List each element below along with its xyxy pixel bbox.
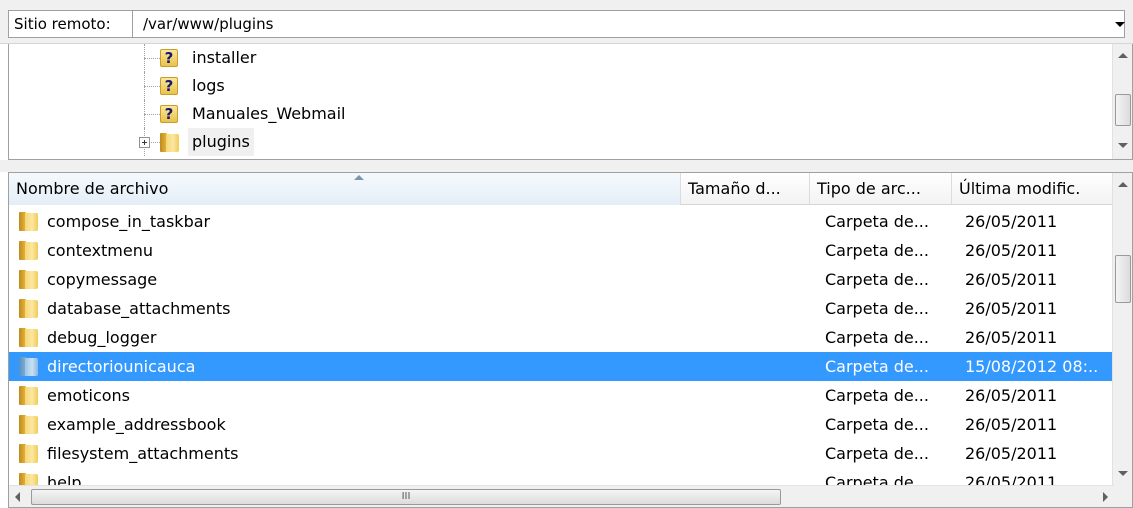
- file-name: filesystem_attachments: [47, 444, 239, 463]
- file-name: debug_logger: [47, 328, 157, 347]
- folder-icon: [19, 386, 38, 405]
- file-type: Carpeta de...: [825, 241, 929, 260]
- file-type: Carpeta de...: [825, 415, 929, 434]
- question-folder-icon: ?: [160, 105, 178, 123]
- file-modified: 26/05/2011: [965, 444, 1058, 463]
- file-modified: 26/05/2011: [965, 415, 1058, 434]
- file-modified: 26/05/2011: [965, 212, 1058, 231]
- folder-icon: [160, 133, 179, 152]
- file-type: Carpeta de...: [825, 328, 929, 347]
- scroll-down-arrow-icon[interactable]: [1118, 143, 1128, 148]
- horizontal-scrollbar[interactable]: III: [9, 485, 1114, 507]
- file-type: Carpeta de...: [825, 386, 929, 405]
- tree-item-label: Manuales_Webmail: [192, 104, 346, 123]
- scrollbar-thumb[interactable]: III: [31, 489, 781, 505]
- file-type: Carpeta de...: [825, 299, 929, 318]
- file-modified: 15/08/2012 08:..: [965, 357, 1099, 376]
- tree-line: [144, 86, 160, 87]
- remote-path-input[interactable]: /var/www/plugins: [133, 10, 1125, 38]
- folder-icon: [19, 328, 38, 347]
- scrollbar-thumb[interactable]: [1115, 255, 1131, 303]
- folder-icon: [19, 299, 38, 318]
- expand-plus-icon[interactable]: [139, 137, 150, 148]
- file-modified: 26/05/2011: [965, 386, 1058, 405]
- file-type: Carpeta de...: [825, 357, 929, 376]
- scroll-right-arrow-icon[interactable]: [1103, 492, 1108, 502]
- question-folder-icon: ?: [160, 77, 178, 95]
- folder-icon: [19, 241, 38, 260]
- tree-item-label: logs: [192, 76, 225, 95]
- scrollbar-corner: [1114, 485, 1132, 507]
- file-row[interactable]: emoticons Carpeta de... 26/05/2011: [9, 381, 1114, 410]
- file-name: compose_in_taskbar: [47, 212, 211, 231]
- tree-item-label: installer: [192, 48, 257, 67]
- tree-line: [144, 58, 160, 59]
- file-name: directoriounicauca: [47, 357, 196, 376]
- remote-directory-tree[interactable]: ? installer ? logs ? Manuales_Webmail pl…: [8, 44, 1133, 160]
- file-row[interactable]: example_addressbook Carpeta de... 26/05/20…: [9, 410, 1114, 439]
- list-vertical-scrollbar[interactable]: [1112, 173, 1132, 485]
- remote-site-bar: Sitio remoto: /var/www/plugins: [0, 0, 1133, 44]
- folder-icon: [19, 444, 38, 463]
- file-row[interactable]: filesystem_attachments Carpeta de... 26/05…: [9, 439, 1114, 468]
- question-folder-icon: ?: [160, 49, 178, 67]
- file-type: Carpeta de...: [825, 270, 929, 289]
- folder-icon: [19, 270, 38, 289]
- file-type: Carpeta de...: [825, 444, 929, 463]
- tree-item[interactable]: plugins: [9, 128, 1109, 156]
- tree-item[interactable]: ? Manuales_Webmail: [9, 100, 1109, 128]
- file-name: copymessage: [47, 270, 158, 289]
- file-name: database_attachments: [47, 299, 231, 318]
- scroll-down-arrow-icon[interactable]: [1118, 471, 1128, 476]
- file-row[interactable]: compose_in_taskbar Carpeta de... 26/05/201…: [9, 207, 1114, 236]
- tree-vertical-scrollbar[interactable]: [1112, 44, 1132, 159]
- file-type: Carpeta de...: [825, 212, 929, 231]
- scroll-up-arrow-icon[interactable]: [1118, 182, 1128, 187]
- column-header-name[interactable]: Nombre de archivo: [9, 173, 681, 205]
- folder-icon: [19, 357, 38, 376]
- file-modified: 26/05/2011: [965, 241, 1058, 260]
- pane-splitter[interactable]: [0, 160, 1133, 172]
- file-row[interactable]: debug_logger Carpeta de... 26/05/2011: [9, 323, 1114, 352]
- file-modified: 26/05/2011: [965, 328, 1058, 347]
- tree-item[interactable]: ? logs: [9, 72, 1109, 100]
- file-row[interactable]: copymessage Carpeta de... 26/05/2011: [9, 265, 1114, 294]
- scrollbar-grip: III: [401, 491, 411, 502]
- file-name: contextmenu: [47, 241, 154, 260]
- tree-line: [144, 114, 160, 115]
- tree-line: [151, 142, 160, 143]
- scrollbar-thumb[interactable]: [1115, 94, 1131, 126]
- remote-site-label: Sitio remoto:: [8, 10, 133, 38]
- scroll-up-arrow-icon[interactable]: [1118, 53, 1128, 58]
- folder-icon: [19, 212, 38, 231]
- tree-item[interactable]: ? installer: [9, 44, 1109, 72]
- file-modified: 26/05/2011: [965, 270, 1058, 289]
- file-row[interactable]: database_attachments Carpeta de... 26/05/2…: [9, 294, 1114, 323]
- column-header-type[interactable]: Tipo de arc...: [810, 173, 952, 205]
- column-header-size[interactable]: Tamaño d...: [681, 173, 810, 205]
- file-row[interactable]: contextmenu Carpeta de... 26/05/2011: [9, 236, 1114, 265]
- sort-ascending-icon: [354, 175, 364, 180]
- file-name: example_addressbook: [47, 415, 226, 434]
- scroll-left-arrow-icon[interactable]: [15, 492, 20, 502]
- column-header-modified[interactable]: Última modific.: [952, 173, 1114, 205]
- folder-icon: [19, 415, 38, 434]
- tree-item-label: plugins: [188, 128, 254, 156]
- list-header: Nombre de archivo Tamaño d... Tipo de ar…: [9, 173, 1114, 205]
- file-row[interactable]: directoriounicauca Carpeta de... 15/08/201…: [9, 352, 1114, 381]
- dropdown-arrow-icon[interactable]: [1115, 22, 1125, 27]
- remote-file-list[interactable]: Nombre de archivo Tamaño d... Tipo de ar…: [8, 172, 1133, 508]
- file-modified: 26/05/2011: [965, 299, 1058, 318]
- file-name: emoticons: [47, 386, 130, 405]
